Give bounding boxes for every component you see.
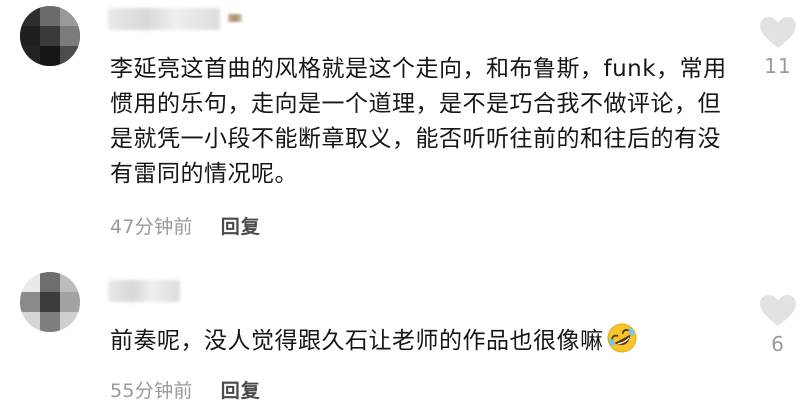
comment-meta: 47分钟前 回复 xyxy=(110,212,261,239)
username-decoration xyxy=(228,14,242,22)
heart-icon[interactable] xyxy=(759,16,797,50)
username[interactable] xyxy=(108,280,180,302)
rolling-on-floor-laughing-emoji xyxy=(607,323,636,353)
like-count: 11 xyxy=(764,54,792,78)
reply-button[interactable]: 回复 xyxy=(221,380,261,402)
comment-text-content: 前奏呢，没人觉得跟久石让老师的作品也很像嘛 xyxy=(110,328,604,354)
like-control: 11 xyxy=(748,16,808,78)
user-avatar[interactable] xyxy=(20,272,80,332)
comment-text: 李延亮这首曲的风格就是这个走向，和布鲁斯，funk，常用惯用的乐句，走向是一个道… xyxy=(110,56,727,187)
comment-time: 55分钟前 xyxy=(110,380,193,402)
user-avatar[interactable] xyxy=(20,6,80,66)
reply-button[interactable]: 回复 xyxy=(221,216,261,238)
comment-text: 前奏呢，没人觉得跟久石让老师的作品也很像嘛 xyxy=(110,322,740,359)
like-control: 6 xyxy=(748,294,808,356)
comment-meta: 55分钟前 回复 xyxy=(110,376,261,403)
like-count: 6 xyxy=(771,332,785,356)
comment-time: 47分钟前 xyxy=(110,216,193,238)
username[interactable] xyxy=(108,8,220,30)
heart-icon[interactable] xyxy=(759,294,797,328)
